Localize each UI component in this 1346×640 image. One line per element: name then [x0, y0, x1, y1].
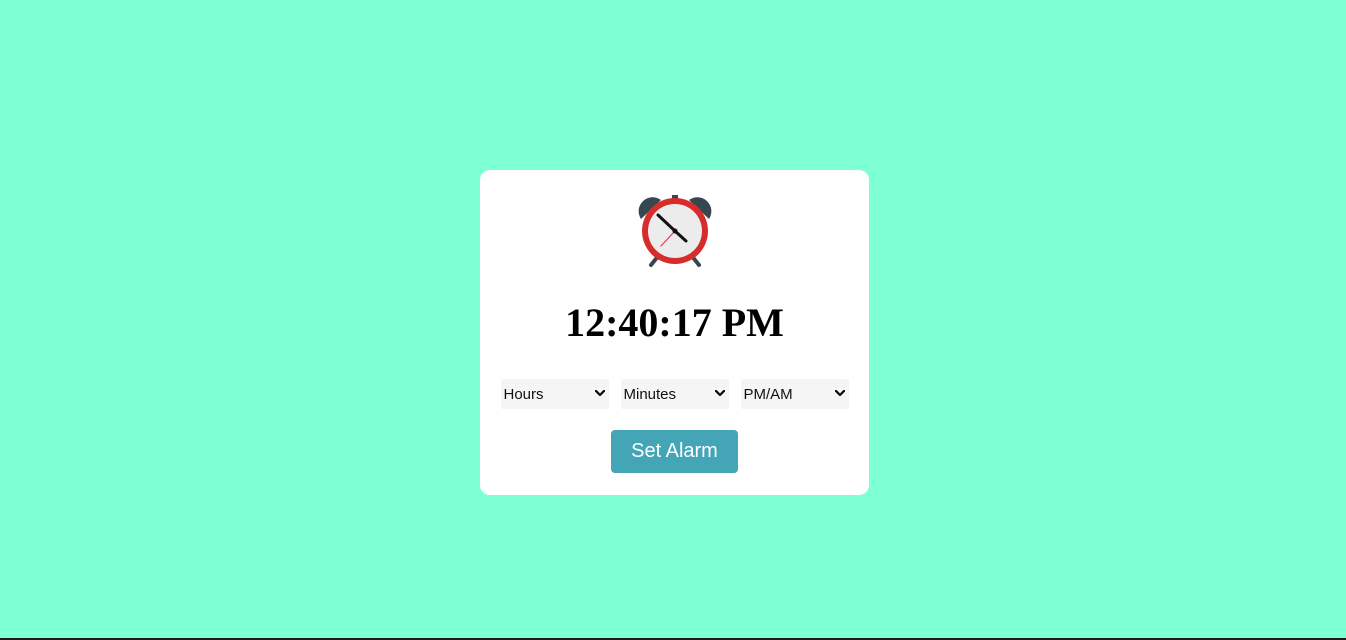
chevron-down-icon [714, 387, 726, 399]
alarm-clock-icon [635, 191, 715, 271]
ampm-select-value: PM/AM [743, 386, 793, 403]
minutes-select[interactable]: Minutes [620, 379, 729, 409]
minutes-select-value: Minutes [623, 386, 677, 403]
chevron-down-icon [834, 387, 846, 399]
alarm-card: 12:40:17 PM Hours Minutes PM/AM Set Alar… [480, 170, 869, 495]
hours-select-value: Hours [503, 386, 544, 403]
hours-select[interactable]: Hours [500, 379, 609, 409]
chevron-down-icon [594, 387, 606, 399]
ampm-select[interactable]: PM/AM [740, 379, 849, 409]
alarm-time-selects: Hours Minutes PM/AM [500, 379, 849, 409]
set-alarm-button[interactable]: Set Alarm [611, 430, 738, 473]
current-time: 12:40:17 PM [565, 300, 784, 345]
